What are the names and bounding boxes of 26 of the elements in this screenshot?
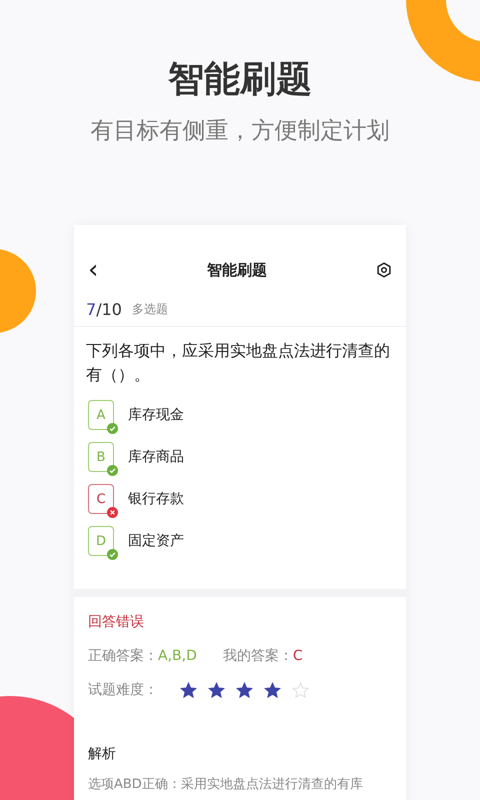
correct-answer: A,B,D	[158, 648, 197, 664]
question-total: /10	[96, 300, 122, 319]
star-icon	[264, 682, 281, 698]
back-button[interactable]: ‹	[88, 257, 98, 283]
analysis-text: 选项ABD正确：采用实地盘点法进行清查的有库	[88, 776, 364, 794]
settings-icon[interactable]	[376, 262, 392, 278]
option-text[interactable]: 库存商品	[128, 448, 184, 466]
difficulty-label: 试题难度：	[88, 681, 158, 699]
question-number: 7	[86, 300, 96, 319]
correct-answer-label: 正确答案：	[88, 647, 158, 665]
analysis-title: 解析	[88, 745, 117, 764]
my-answer: C	[292, 648, 303, 664]
question-text: 下列各项中，应采用实地盘点法进行清查的有（）。	[85, 340, 391, 386]
star-icon	[236, 682, 253, 698]
hero-subtitle: 有目标有侧重，方便制定计划	[90, 117, 390, 146]
star-icon	[208, 682, 225, 698]
option-text[interactable]: 银行存款	[128, 490, 184, 508]
option-text[interactable]: 库存现金	[128, 406, 184, 424]
star-icon	[292, 682, 309, 698]
hero-title: 智能刷题	[168, 58, 312, 102]
question-type: 多选题	[132, 301, 168, 318]
star-icon	[180, 682, 197, 698]
my-answer-label: 我的答案：	[222, 647, 293, 665]
option-text[interactable]: 固定资产	[128, 532, 184, 550]
screen-title: 智能刷题	[207, 260, 268, 280]
result-text: 回答错误	[88, 613, 145, 632]
